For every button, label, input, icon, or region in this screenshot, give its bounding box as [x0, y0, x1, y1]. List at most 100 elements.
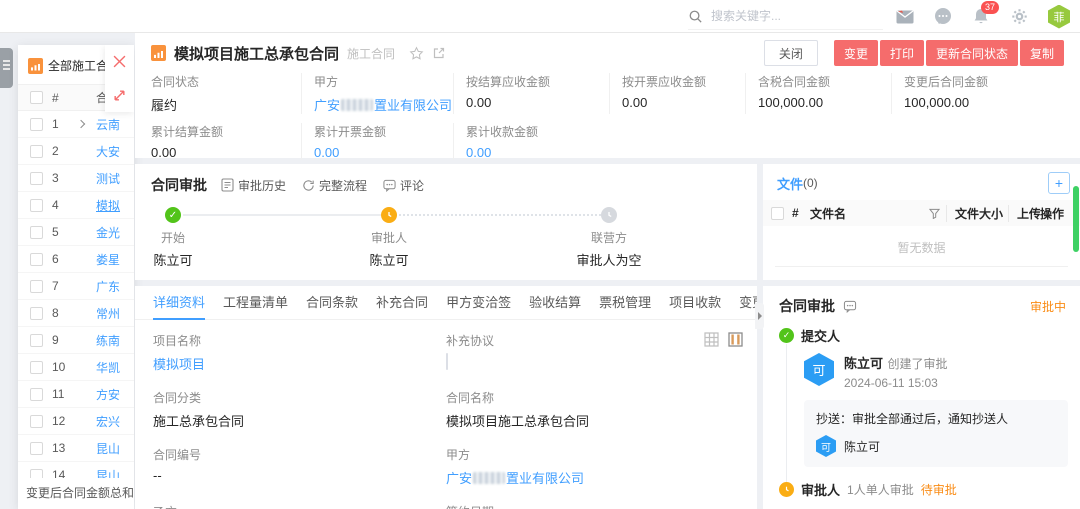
contract-link[interactable]: 昆山 [96, 440, 120, 457]
main-area: 模拟项目施工总承包合同 施工合同 关闭 变更 打印 更新合同状态 复制 [135, 33, 1080, 509]
pending-clock-icon [779, 482, 794, 497]
contract-link[interactable]: 大安 [96, 143, 120, 160]
project-link[interactable]: 模拟项目 [153, 357, 205, 372]
global-search[interactable] [688, 3, 883, 30]
total-invoice-link[interactable]: 0.00 [314, 145, 339, 160]
table-row[interactable]: 11 方安 [18, 381, 134, 408]
table-row[interactable]: 10 华凯 [18, 354, 134, 381]
chat-icon[interactable] [934, 8, 952, 26]
total-received-link[interactable]: 0.00 [466, 145, 491, 160]
row-checkbox[interactable] [30, 199, 43, 212]
row-checkbox[interactable] [30, 307, 43, 320]
row-checkbox[interactable] [30, 442, 43, 455]
collapse-panel-handle[interactable] [755, 303, 764, 329]
user-avatar[interactable]: 菲 [1048, 5, 1070, 29]
contract-link[interactable]: 宏兴 [96, 413, 120, 430]
expand-row-icon[interactable] [77, 120, 85, 128]
files-empty-text: 暂无数据 [763, 226, 1080, 266]
contract-link[interactable]: 方安 [96, 386, 120, 403]
files-select-all-checkbox[interactable] [771, 207, 784, 220]
field-party-a-detail: 甲方 广安置业有限公司 [446, 446, 739, 487]
contract-link[interactable]: 华凯 [96, 359, 120, 376]
open-external-icon[interactable] [432, 46, 446, 60]
tab-supplement[interactable]: 补充合同 [376, 286, 428, 320]
cc-note-box: 抄送：审批全部通过后，通知抄送人 可 陈立可 [804, 400, 1068, 467]
update-status-button[interactable]: 更新合同状态 [926, 40, 1018, 66]
close-button[interactable]: 关闭 [764, 40, 818, 66]
tab-partya-change[interactable]: 甲方变洽签 [446, 286, 511, 320]
grid-view-icon[interactable] [704, 332, 719, 347]
row-checkbox[interactable] [30, 145, 43, 158]
party-a-link[interactable]: 广安置业有限公司 [446, 471, 584, 486]
row-checkbox[interactable] [30, 361, 43, 374]
filter-funnel-icon[interactable] [929, 208, 940, 219]
tab-acceptance[interactable]: 验收结算 [529, 286, 581, 320]
process-cycle-icon [302, 179, 315, 192]
scrollbar-thumb[interactable] [1073, 186, 1079, 252]
change-button[interactable]: 变更 [834, 40, 878, 66]
sum-footer: 变更后合同金额总和: [18, 478, 134, 509]
table-row[interactable]: 1 云南 [18, 111, 134, 138]
contract-list-panel: 全部施工合同 # 合同 1 云南 2 大安 [18, 45, 134, 509]
close-panel-button[interactable] [105, 45, 134, 79]
settings-gear-icon[interactable] [1010, 8, 1028, 26]
drawer-toggle-handle[interactable] [0, 48, 13, 88]
comment-bubble-icon[interactable] [843, 300, 857, 313]
row-checkbox[interactable] [30, 415, 43, 428]
page-title: 模拟项目施工总承包合同 [174, 43, 339, 64]
contract-link[interactable]: 练南 [96, 332, 120, 349]
field-project-name: 项目名称 模拟项目 [153, 332, 446, 373]
table-row[interactable]: 12 宏兴 [18, 408, 134, 435]
tab-terms[interactable]: 合同条款 [306, 286, 358, 320]
contract-doc-icon [28, 58, 43, 74]
full-process-link[interactable]: 完整流程 [302, 177, 367, 194]
table-row[interactable]: 8 常州 [18, 300, 134, 327]
copy-button[interactable]: 复制 [1020, 40, 1064, 66]
approval-flow-card: 合同审批 审批历史 完整流程 评论 ✓ [135, 164, 757, 280]
expand-panel-button[interactable] [105, 79, 134, 113]
avatar: 可 [804, 353, 834, 386]
contract-link[interactable]: 广东 [96, 278, 120, 295]
row-checkbox[interactable] [30, 334, 43, 347]
contract-link[interactable]: 云南 [96, 116, 120, 133]
comment-link[interactable]: 评论 [383, 177, 424, 194]
row-checkbox[interactable] [30, 253, 43, 266]
table-row[interactable]: 9 练南 [18, 327, 134, 354]
field-invoice-receivable: 按开票应收金额 0.00 [609, 73, 745, 114]
field-contract-amount: 含税合同金额 100,000.00 [745, 73, 891, 114]
tab-detail[interactable]: 详细资料 [153, 286, 205, 320]
favorite-star-icon[interactable] [409, 46, 424, 61]
column-view-icon[interactable] [728, 332, 743, 347]
approval-history-link[interactable]: 审批历史 [221, 177, 286, 194]
table-row[interactable]: 7 广东 [18, 273, 134, 300]
add-file-button[interactable]: + [1048, 172, 1070, 194]
tab-boq[interactable]: 工程量清单 [223, 286, 288, 320]
row-checkbox[interactable] [30, 118, 43, 131]
row-checkbox[interactable] [30, 280, 43, 293]
contract-link[interactable]: 模拟 [96, 197, 120, 214]
notification-bell-icon[interactable]: 37 [972, 8, 990, 26]
row-checkbox[interactable] [30, 388, 43, 401]
contract-link[interactable]: 测试 [96, 170, 120, 187]
field-changed-amount: 变更后合同金额 100,000.00 [891, 73, 1080, 114]
table-row-active[interactable]: 4 模拟 [18, 192, 134, 219]
table-row[interactable]: 13 昆山 [18, 435, 134, 462]
contract-link[interactable]: 常州 [96, 305, 120, 322]
print-button[interactable]: 打印 [880, 40, 924, 66]
mail-icon[interactable] [896, 8, 914, 26]
tab-tax[interactable]: 票税管理 [599, 286, 651, 320]
field-contract-name: 合同名称 模拟项目施工总承包合同 [446, 389, 739, 430]
row-checkbox[interactable] [30, 172, 43, 185]
select-all-checkbox[interactable] [30, 91, 43, 104]
field-supplement-flag: 补充协议 [446, 332, 739, 373]
tab-receipt[interactable]: 项目收款 [669, 286, 721, 320]
table-row[interactable]: 3 测试 [18, 165, 134, 192]
step-pending-clock-icon [601, 207, 617, 223]
approval-stepper: ✓ 开始 陈立可 审批人 陈立可 联营方 审批人为空 [135, 207, 757, 271]
detail-tabs: 详细资料 工程量清单 合同条款 补充合同 甲方变洽签 验收结算 票税管理 项目收… [135, 286, 757, 320]
table-row[interactable]: 2 大安 [18, 138, 134, 165]
party-a-link[interactable]: 广安置业有限公司 [314, 98, 452, 113]
supplement-checkbox[interactable] [446, 353, 448, 370]
search-input[interactable] [711, 9, 851, 23]
row-checkbox[interactable] [30, 226, 43, 239]
